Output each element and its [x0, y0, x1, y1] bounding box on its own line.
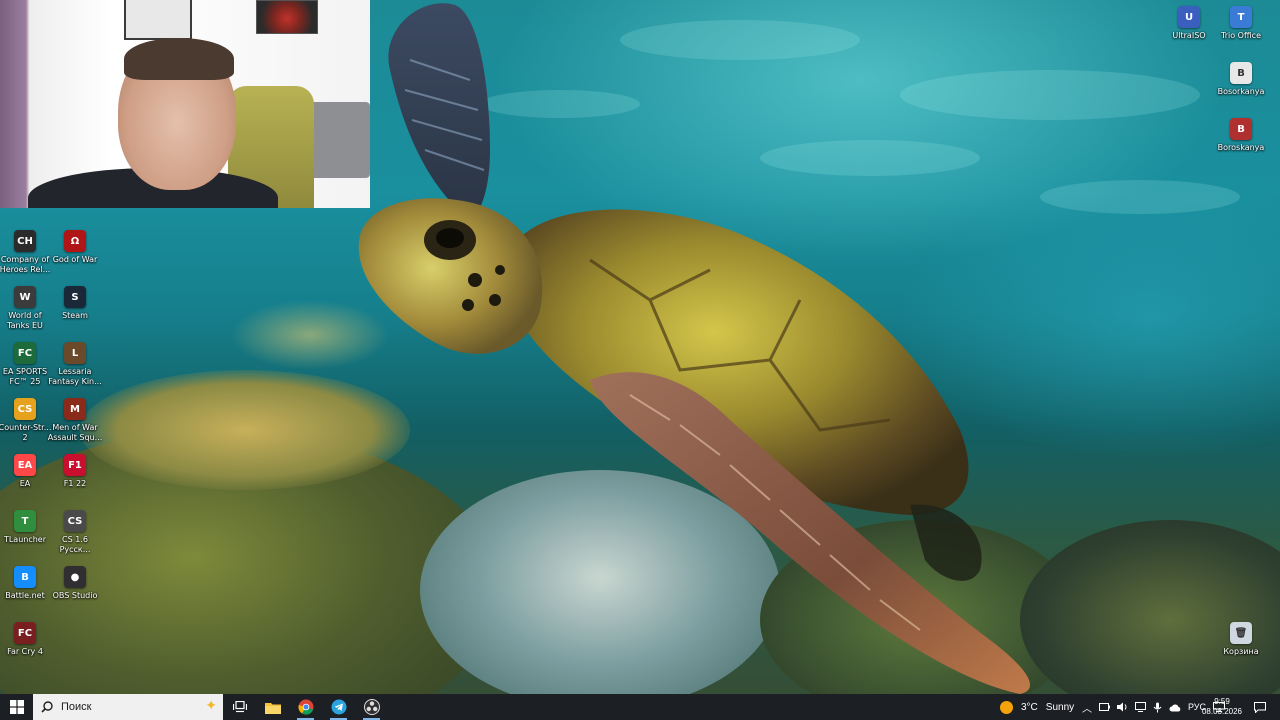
right-desktop-icon-2[interactable]: B Bosorkanya [1216, 60, 1266, 114]
sun-icon [1000, 700, 1013, 714]
company-of-heroes-icon: CH [14, 230, 36, 252]
left-desktop-icon-6[interactable]: CS Counter-Str... 2 [0, 396, 51, 450]
trio-office-icon: T [1230, 6, 1252, 28]
boroskanya-icon: B [1230, 118, 1252, 140]
file-explorer-button[interactable] [256, 694, 289, 720]
desktop-icon-label: Trio Office [1220, 31, 1261, 40]
left-desktop-icon-3[interactable]: S Steam [50, 284, 100, 338]
left-desktop-icon-5[interactable]: L Lessaria Fantasy Kin... [48, 340, 102, 394]
desktop-icon-label: Bosorkanya [1217, 87, 1265, 96]
tlauncher-icon: T [14, 510, 36, 532]
god-of-war-icon: Ω [64, 230, 86, 252]
recycle-bin-icon: 🗑 [1230, 622, 1252, 644]
bosorkanya-icon: B [1230, 62, 1252, 84]
right-desktop-icon-3[interactable]: B Boroskanya [1216, 116, 1266, 170]
weather-temp: 3°C [1021, 701, 1038, 713]
webcam-painting [256, 0, 318, 34]
left-desktop-icon-0[interactable]: CH Company of Heroes Rel... [0, 228, 50, 282]
left-desktop-icon-8[interactable]: EA EA [0, 452, 50, 506]
desktop-icon-label: OBS Studio [52, 591, 98, 600]
left-desktop-icon-1[interactable]: Ω God of War [50, 228, 100, 282]
webcam-wall-panel [306, 102, 370, 178]
telegram-icon [331, 699, 346, 715]
start-button[interactable] [0, 694, 33, 720]
ea-app-icon: EA [14, 454, 36, 476]
f1-22-icon: F1 [64, 454, 86, 476]
cloud-icon[interactable] [1169, 703, 1181, 712]
clock-date: 08.03.2026 [1201, 707, 1243, 716]
left-desktop-icon-4[interactable]: FC EA SPORTS FC™ 25 [0, 340, 50, 394]
left-desktop-icon-12[interactable]: B Battle.net [0, 564, 50, 618]
search-placeholder: Поиск [61, 701, 92, 713]
steam-icon: S [64, 286, 86, 308]
right-desktop-icon-0[interactable]: U UltraISO [1164, 4, 1214, 58]
task-view-button[interactable] [223, 694, 256, 720]
turtle-wallpaper-image [358, 3, 1030, 694]
folder-icon [264, 702, 281, 714]
taskbar: Поиск ✦ 3°C Sunny ︿ РУС 9:59 08.03.2026 [0, 694, 1280, 720]
microphone-icon[interactable] [1153, 702, 1162, 713]
notifications-button[interactable] [1250, 694, 1270, 720]
display-icon[interactable] [1135, 702, 1146, 712]
weather-condition: Sunny [1045, 701, 1075, 713]
obs-button[interactable] [355, 694, 388, 720]
chrome-button[interactable] [289, 694, 322, 720]
windows-icon [9, 700, 24, 714]
weather-widget[interactable]: 3°C Sunny [1000, 694, 1074, 720]
left-desktop-icon-2[interactable]: W World of Tanks EU [0, 284, 50, 338]
left-desktop-icon-7[interactable]: M Men of War Assault Squ... [48, 396, 102, 450]
webcam-overlay [0, 0, 370, 208]
left-desktop-icon-9[interactable]: F1 F1 22 [50, 452, 100, 506]
far-cry-4-icon: FC [14, 622, 36, 644]
men-of-war-icon: M [64, 398, 86, 420]
lessaria-icon: L [64, 342, 86, 364]
desktop-icon-label: CS 1.6 Русск... [59, 535, 91, 554]
left-desktop-icon-14[interactable]: FC Far Cry 4 [0, 620, 50, 674]
webcam-person-hair [124, 38, 234, 80]
notification-icon [1254, 701, 1266, 713]
right-desktop-icon-1[interactable]: T Trio Office [1216, 4, 1266, 58]
cs-16-icon: CS [64, 510, 86, 532]
ultraiso-icon: U [1178, 6, 1200, 28]
desktop-icon-label: Steam [62, 311, 88, 320]
ea-sports-fc-icon: FC [14, 342, 36, 364]
search-highlight-icon: ✦ [205, 698, 217, 714]
desktop-icon-label: God of War [52, 255, 98, 264]
right-desktop-icon-4[interactable]: 🗑 Корзина [1216, 620, 1266, 674]
left-desktop-icon-13[interactable]: ● OBS Studio [50, 564, 100, 618]
desktop-icon-label: Корзина [1223, 647, 1259, 656]
chrome-icon [298, 699, 313, 715]
desktop-icon-label: F1 22 [63, 479, 87, 488]
search-icon [41, 701, 53, 713]
speaker-icon[interactable] [1117, 702, 1128, 712]
obs-icon [363, 699, 380, 715]
taskbar-search[interactable]: Поиск ✦ [33, 694, 223, 720]
webcam-shelf [124, 0, 192, 40]
desktop-icon-label: Far Cry 4 [7, 647, 43, 656]
clock-time: 9:59 [1214, 697, 1230, 706]
world-of-tanks-icon: W [14, 286, 36, 308]
clock[interactable]: 9:59 08.03.2026 [1200, 694, 1244, 720]
task-view-icon [232, 701, 247, 713]
left-desktop-icon-11[interactable]: CS CS 1.6 Русск... [50, 508, 100, 562]
desktop-icon-label: Men of War Assault Squ... [47, 423, 103, 442]
telegram-button[interactable] [322, 694, 355, 720]
battle-net-icon: B [14, 566, 36, 588]
left-desktop-icon-10[interactable]: T TLauncher [0, 508, 50, 562]
obs-studio-icon: ● [64, 566, 86, 588]
counter-strike-2-icon: CS [14, 398, 36, 420]
desktop-icon-label: UltraISO [1172, 31, 1206, 40]
desktop-icon-label: Lessaria Fantasy Kin... [48, 367, 102, 386]
chevron-up-icon[interactable]: ︿ [1082, 700, 1092, 715]
desktop-icon-label: Boroskanya [1217, 143, 1265, 152]
battery-icon[interactable] [1099, 702, 1110, 712]
